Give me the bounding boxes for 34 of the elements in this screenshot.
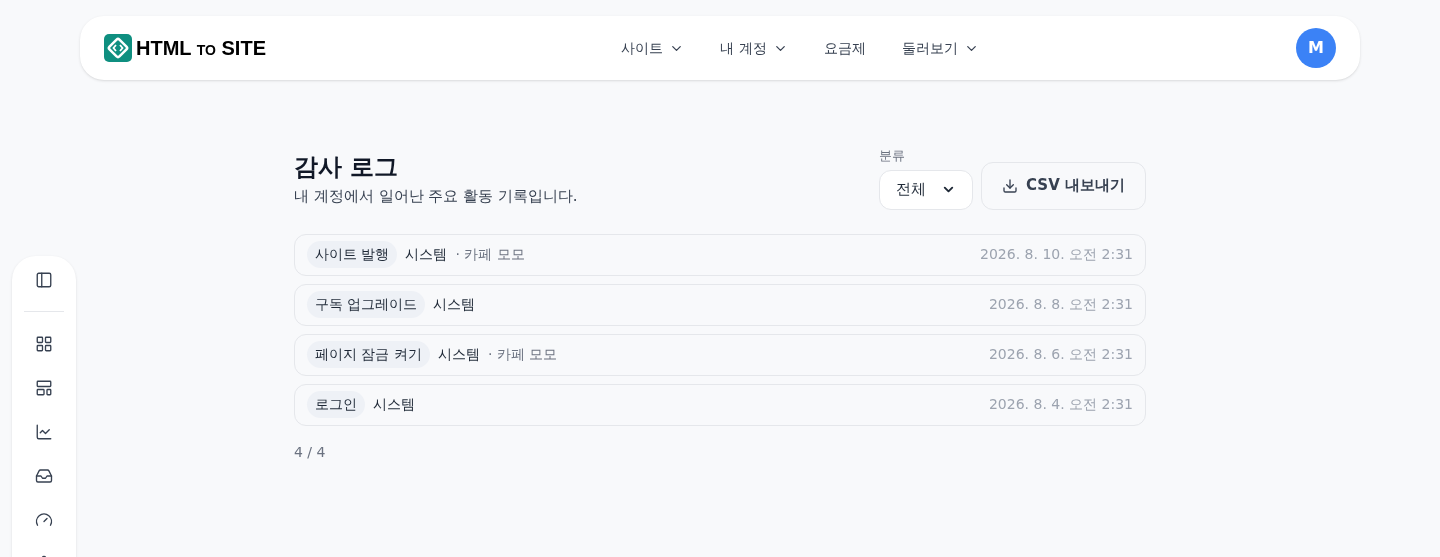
entry-count: 4 / 4 xyxy=(294,442,327,462)
timestamp-text: 2026. 8. 6. 오전 2:31 xyxy=(988,345,1133,364)
gauge-icon[interactable] xyxy=(35,511,53,529)
logo-icon xyxy=(104,34,132,62)
user-avatar[interactable]: M xyxy=(1296,28,1336,68)
action-tag: 페이지 잠금 켜기 xyxy=(307,341,430,368)
actor-text: 시스템 xyxy=(437,345,480,364)
action-tag: 사이트 발행 xyxy=(307,241,398,268)
page-title: 감사 로그 xyxy=(294,152,400,183)
nav-menu-item[interactable]: 둘러보기 xyxy=(901,37,979,59)
dashboard-icon[interactable] xyxy=(35,335,53,353)
download-icon xyxy=(1002,177,1019,194)
timestamp-text: 2026. 8. 4. 오전 2:31 xyxy=(988,395,1133,414)
category-select[interactable]: 전체 xyxy=(879,169,974,210)
nav-menu-item[interactable]: 내 계정 xyxy=(720,37,788,59)
inbox-icon[interactable] xyxy=(35,467,53,485)
action-tag: 구독 업그레이드 xyxy=(307,291,426,318)
sidebar-toggle-icon[interactable] xyxy=(35,271,53,289)
actor-text: 시스템 xyxy=(433,295,476,314)
target-text: · 카페 모모 xyxy=(455,245,525,264)
chart-icon[interactable] xyxy=(35,423,53,441)
target-text: · 카페 모모 xyxy=(487,345,558,364)
timestamp-text: 2026. 8. 10. 오전 2:31 xyxy=(980,245,1133,264)
actor-text: 시스템 xyxy=(373,395,415,414)
layout-icon[interactable] xyxy=(35,379,53,397)
nav-menu-item[interactable]: 요금제 xyxy=(823,37,866,59)
page-subtitle: 내 계정에서 일어난 주요 활동 기록입니다. xyxy=(294,186,578,207)
logo-text[interactable]: HTML TO SITE xyxy=(136,33,266,63)
timestamp-text: 2026. 8. 8. 오전 2:31 xyxy=(988,295,1133,314)
filter-label: 분류 xyxy=(879,147,907,165)
actor-text: 시스템 xyxy=(405,245,448,264)
csv-export-button[interactable]: CSV 내보내기 xyxy=(981,161,1146,210)
action-tag: 로그인 xyxy=(307,391,365,418)
nav-menu-item[interactable]: 사이트 xyxy=(621,37,685,59)
